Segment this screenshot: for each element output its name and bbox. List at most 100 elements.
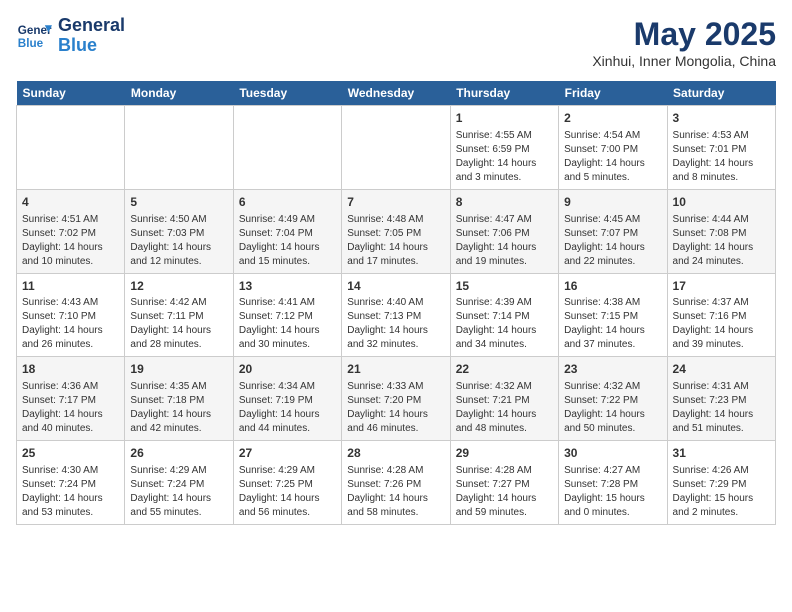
calendar-cell: 28Sunrise: 4:28 AMSunset: 7:26 PMDayligh…: [342, 441, 450, 525]
cell-info-line: and 24 minutes.: [673, 255, 770, 269]
cell-info-line: Sunrise: 4:33 AM: [347, 380, 444, 394]
calendar-cell: 13Sunrise: 4:41 AMSunset: 7:12 PMDayligh…: [233, 273, 341, 357]
cell-info-line: and 37 minutes.: [564, 338, 661, 352]
day-number: 11: [22, 278, 119, 295]
cell-info-line: Daylight: 14 hours: [564, 241, 661, 255]
cell-info-line: Daylight: 14 hours: [564, 408, 661, 422]
cell-info-line: Sunset: 7:15 PM: [564, 310, 661, 324]
cell-info-line: Sunrise: 4:41 AM: [239, 296, 336, 310]
cell-info-line: Sunrise: 4:32 AM: [564, 380, 661, 394]
cell-info-line: Daylight: 14 hours: [564, 324, 661, 338]
cell-info-line: and 15 minutes.: [239, 255, 336, 269]
cell-info-line: Sunrise: 4:53 AM: [673, 129, 770, 143]
cell-info-line: and 46 minutes.: [347, 422, 444, 436]
cell-info-line: Sunrise: 4:43 AM: [22, 296, 119, 310]
calendar-cell: 24Sunrise: 4:31 AMSunset: 7:23 PMDayligh…: [667, 357, 775, 441]
cell-info-line: and 12 minutes.: [130, 255, 227, 269]
calendar-cell: 17Sunrise: 4:37 AMSunset: 7:16 PMDayligh…: [667, 273, 775, 357]
cell-info-line: Sunrise: 4:39 AM: [456, 296, 553, 310]
cell-info-line: and 28 minutes.: [130, 338, 227, 352]
day-header-sunday: Sunday: [17, 81, 125, 106]
day-number: 27: [239, 445, 336, 462]
cell-info-line: and 34 minutes.: [456, 338, 553, 352]
cell-info-line: Sunset: 7:19 PM: [239, 394, 336, 408]
calendar-cell: [342, 106, 450, 190]
cell-info-line: Sunset: 7:12 PM: [239, 310, 336, 324]
cell-info-line: Sunrise: 4:50 AM: [130, 213, 227, 227]
cell-info-line: Sunset: 7:06 PM: [456, 227, 553, 241]
cell-info-line: Sunset: 7:13 PM: [347, 310, 444, 324]
day-number: 3: [673, 110, 770, 127]
week-row-1: 1Sunrise: 4:55 AMSunset: 6:59 PMDaylight…: [17, 106, 776, 190]
cell-info-line: Sunrise: 4:55 AM: [456, 129, 553, 143]
logo: General Blue General Blue: [16, 16, 125, 56]
cell-info-line: Sunset: 7:05 PM: [347, 227, 444, 241]
calendar-cell: 22Sunrise: 4:32 AMSunset: 7:21 PMDayligh…: [450, 357, 558, 441]
subtitle: Xinhui, Inner Mongolia, China: [592, 53, 776, 69]
cell-info-line: and 0 minutes.: [564, 506, 661, 520]
cell-info-line: Sunrise: 4:35 AM: [130, 380, 227, 394]
cell-info-line: Sunset: 7:02 PM: [22, 227, 119, 241]
cell-info-line: Sunset: 6:59 PM: [456, 143, 553, 157]
calendar-cell: 12Sunrise: 4:42 AMSunset: 7:11 PMDayligh…: [125, 273, 233, 357]
cell-info-line: and 44 minutes.: [239, 422, 336, 436]
cell-info-line: Sunset: 7:28 PM: [564, 478, 661, 492]
cell-info-line: and 19 minutes.: [456, 255, 553, 269]
week-row-5: 25Sunrise: 4:30 AMSunset: 7:24 PMDayligh…: [17, 441, 776, 525]
calendar-cell: 31Sunrise: 4:26 AMSunset: 7:29 PMDayligh…: [667, 441, 775, 525]
day-number: 13: [239, 278, 336, 295]
cell-info-line: Sunrise: 4:29 AM: [239, 464, 336, 478]
day-number: 6: [239, 194, 336, 211]
week-row-2: 4Sunrise: 4:51 AMSunset: 7:02 PMDaylight…: [17, 189, 776, 273]
cell-info-line: Daylight: 14 hours: [456, 408, 553, 422]
calendar-cell: 30Sunrise: 4:27 AMSunset: 7:28 PMDayligh…: [559, 441, 667, 525]
calendar-table: SundayMondayTuesdayWednesdayThursdayFrid…: [16, 81, 776, 525]
cell-info-line: Sunset: 7:21 PM: [456, 394, 553, 408]
calendar-cell: 10Sunrise: 4:44 AMSunset: 7:08 PMDayligh…: [667, 189, 775, 273]
calendar-cell: 18Sunrise: 4:36 AMSunset: 7:17 PMDayligh…: [17, 357, 125, 441]
day-number: 7: [347, 194, 444, 211]
main-title: May 2025: [592, 16, 776, 53]
cell-info-line: Daylight: 14 hours: [673, 324, 770, 338]
calendar-cell: 2Sunrise: 4:54 AMSunset: 7:00 PMDaylight…: [559, 106, 667, 190]
day-number: 2: [564, 110, 661, 127]
cell-info-line: Sunset: 7:27 PM: [456, 478, 553, 492]
cell-info-line: Daylight: 14 hours: [456, 324, 553, 338]
cell-info-line: Sunrise: 4:27 AM: [564, 464, 661, 478]
cell-info-line: Daylight: 15 hours: [673, 492, 770, 506]
cell-info-line: Daylight: 14 hours: [22, 408, 119, 422]
cell-info-line: Sunrise: 4:32 AM: [456, 380, 553, 394]
day-number: 31: [673, 445, 770, 462]
cell-info-line: Daylight: 14 hours: [347, 324, 444, 338]
day-number: 18: [22, 361, 119, 378]
cell-info-line: Sunset: 7:14 PM: [456, 310, 553, 324]
cell-info-line: Daylight: 14 hours: [456, 157, 553, 171]
cell-info-line: and 10 minutes.: [22, 255, 119, 269]
day-number: 14: [347, 278, 444, 295]
cell-info-line: Daylight: 14 hours: [22, 492, 119, 506]
cell-info-line: and 55 minutes.: [130, 506, 227, 520]
calendar-cell: 6Sunrise: 4:49 AMSunset: 7:04 PMDaylight…: [233, 189, 341, 273]
cell-info-line: and 42 minutes.: [130, 422, 227, 436]
day-number: 19: [130, 361, 227, 378]
cell-info-line: Daylight: 14 hours: [239, 324, 336, 338]
calendar-cell: 19Sunrise: 4:35 AMSunset: 7:18 PMDayligh…: [125, 357, 233, 441]
cell-info-line: Daylight: 14 hours: [347, 492, 444, 506]
svg-text:Blue: Blue: [18, 37, 44, 50]
cell-info-line: Sunset: 7:10 PM: [22, 310, 119, 324]
cell-info-line: Daylight: 14 hours: [130, 408, 227, 422]
cell-info-line: Daylight: 14 hours: [239, 241, 336, 255]
cell-info-line: and 8 minutes.: [673, 171, 770, 185]
logo-icon: General Blue: [16, 18, 52, 54]
cell-info-line: Sunset: 7:17 PM: [22, 394, 119, 408]
cell-info-line: Daylight: 14 hours: [456, 241, 553, 255]
day-header-thursday: Thursday: [450, 81, 558, 106]
cell-info-line: Sunset: 7:11 PM: [130, 310, 227, 324]
day-number: 17: [673, 278, 770, 295]
day-number: 4: [22, 194, 119, 211]
cell-info-line: and 53 minutes.: [22, 506, 119, 520]
cell-info-line: Sunrise: 4:47 AM: [456, 213, 553, 227]
calendar-cell: 11Sunrise: 4:43 AMSunset: 7:10 PMDayligh…: [17, 273, 125, 357]
day-header-wednesday: Wednesday: [342, 81, 450, 106]
cell-info-line: Daylight: 14 hours: [130, 492, 227, 506]
